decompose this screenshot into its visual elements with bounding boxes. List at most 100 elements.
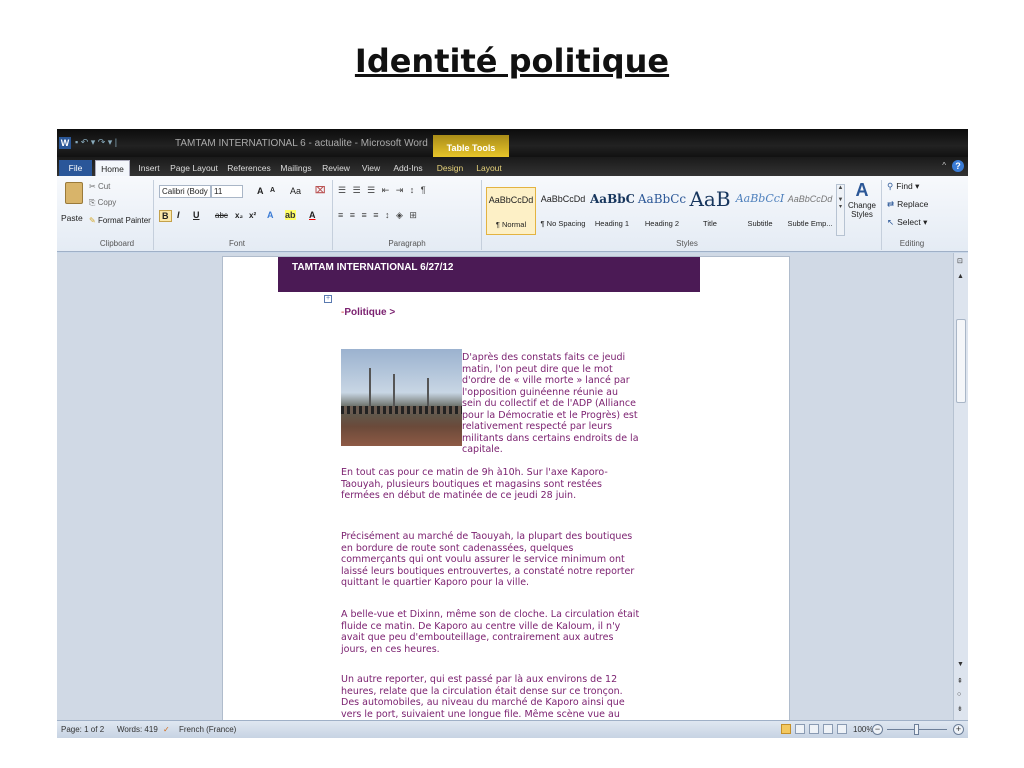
tab-view[interactable]: View bbox=[360, 160, 382, 176]
style-heading-2[interactable]: AaBbCc Heading 2 bbox=[637, 187, 687, 235]
page-count[interactable]: Page: 1 of 2 bbox=[61, 725, 104, 734]
brush-icon: ✎ bbox=[89, 216, 98, 225]
text-effects-icon[interactable]: A bbox=[267, 210, 274, 220]
proofing-icon[interactable]: ✓ bbox=[163, 725, 170, 734]
styles-group-label: Styles bbox=[676, 239, 698, 248]
crowd bbox=[341, 406, 462, 414]
find-button[interactable]: ⚲ Find ▾ bbox=[887, 181, 919, 192]
minimize-ribbon-icon[interactable]: ^ bbox=[942, 161, 946, 170]
font-size-select[interactable]: 11 bbox=[211, 185, 243, 198]
select-button[interactable]: ↖ Select ▾ bbox=[887, 217, 927, 228]
paste-button[interactable]: Paste bbox=[61, 213, 83, 223]
section-heading-text: Politique > bbox=[344, 307, 396, 318]
document-page[interactable]: TAMTAM INTERNATIONAL 6/27/12 + -Politiqu… bbox=[222, 256, 790, 731]
style-sample: AaBbCcDd bbox=[787, 194, 833, 204]
ribbon-tabs: File Home Insert Page Layout References … bbox=[57, 157, 968, 176]
ruler-toggle-icon[interactable]: ⊡ bbox=[957, 257, 963, 265]
ribbon-divider bbox=[153, 180, 154, 250]
language-indicator[interactable]: French (France) bbox=[179, 725, 236, 734]
title-bar: W ▪ ↶ ▾ ↷ ▾ | TAMTAM INTERNATIONAL 6 - a… bbox=[57, 129, 968, 157]
format-painter-button[interactable]: ✎ Format Painter bbox=[89, 216, 151, 225]
paste-icon[interactable] bbox=[65, 182, 83, 204]
tab-layout[interactable]: Layout bbox=[473, 160, 505, 176]
italic-button[interactable]: I bbox=[177, 210, 180, 220]
full-screen-view-icon[interactable] bbox=[795, 724, 805, 734]
clear-formatting-icon[interactable]: ⌧ bbox=[315, 185, 325, 196]
font-color-icon[interactable]: A bbox=[309, 210, 316, 220]
article-paragraph[interactable]: Précisément au marché de Taouyah, la plu… bbox=[341, 531, 641, 589]
word-app-icon[interactable]: W bbox=[59, 137, 71, 149]
slide-title: Identité politique bbox=[354, 42, 670, 80]
style-normal[interactable]: AaBbCcDd ¶ Normal bbox=[486, 187, 536, 235]
article-photo[interactable] bbox=[341, 349, 462, 446]
section-heading[interactable]: -Politique > bbox=[341, 307, 395, 318]
print-layout-view-icon[interactable] bbox=[781, 724, 791, 734]
copy-button[interactable]: ⎘ Copy bbox=[89, 198, 116, 208]
draft-view-icon[interactable] bbox=[837, 724, 847, 734]
change-case-button[interactable]: Aa bbox=[290, 186, 301, 196]
cut-button[interactable]: ✂ Cut bbox=[89, 182, 110, 191]
tab-home[interactable]: Home bbox=[95, 160, 130, 176]
underline-button[interactable]: U bbox=[193, 210, 200, 220]
copy-label: Copy bbox=[97, 198, 117, 207]
strikethrough-button[interactable]: abc bbox=[215, 211, 228, 220]
styles-gallery-scroll[interactable]: ▲ ▼ ▾ bbox=[836, 184, 845, 236]
style-name: Title bbox=[703, 219, 717, 228]
highlight-color-icon[interactable]: ab bbox=[285, 210, 296, 220]
next-page-icon[interactable]: ⇟ bbox=[957, 705, 963, 713]
tab-file[interactable]: File bbox=[59, 160, 92, 176]
paragraph-align-buttons[interactable]: ≡ ≡ ≡ ≡ ↕ ◈ ⊞ bbox=[338, 210, 419, 221]
grow-font-button[interactable]: A bbox=[257, 186, 264, 196]
style-heading-1[interactable]: AaBbCc Heading 1 bbox=[590, 187, 634, 235]
tab-page-layout[interactable]: Page Layout bbox=[169, 160, 219, 176]
change-styles-label: Change Styles bbox=[847, 201, 877, 219]
article-paragraph[interactable]: En tout cas pour ce matin de 9h à10h. Su… bbox=[341, 467, 641, 502]
style-subtle-emphasis[interactable]: AaBbCcDd Subtle Emp... bbox=[786, 187, 834, 235]
lamp-post bbox=[427, 378, 429, 408]
article-paragraph[interactable]: D'après des constats faits ce jeudi mati… bbox=[462, 352, 640, 456]
shrink-font-button[interactable]: A bbox=[270, 187, 275, 194]
document-workspace: TAMTAM INTERNATIONAL 6/27/12 + -Politiqu… bbox=[57, 253, 953, 731]
previous-page-icon[interactable]: ⇞ bbox=[957, 677, 963, 685]
tab-mailings[interactable]: Mailings bbox=[279, 160, 313, 176]
tab-references[interactable]: References bbox=[225, 160, 273, 176]
style-sample: AaBbCc bbox=[590, 192, 634, 206]
zoom-out-icon[interactable]: − bbox=[872, 724, 883, 735]
scissors-icon: ✂ bbox=[89, 182, 98, 191]
vertical-scrollbar[interactable]: ⊡ ▲ ▼ ⇞ ○ ⇟ bbox=[953, 253, 968, 720]
superscript-button[interactable]: x² bbox=[249, 211, 256, 220]
subscript-button[interactable]: x₂ bbox=[235, 211, 243, 220]
lamp-post bbox=[393, 374, 395, 408]
browse-object-icon[interactable]: ○ bbox=[957, 691, 961, 698]
help-icon[interactable]: ? bbox=[952, 160, 964, 172]
replace-button[interactable]: ⇄ Replace bbox=[887, 199, 928, 210]
style-no-spacing[interactable]: AaBbCcDd ¶ No Spacing bbox=[537, 187, 589, 235]
tab-insert[interactable]: Insert bbox=[135, 160, 163, 176]
zoom-level[interactable]: 100% bbox=[853, 725, 873, 734]
web-layout-view-icon[interactable] bbox=[809, 724, 819, 734]
tab-review[interactable]: Review bbox=[320, 160, 352, 176]
article-paragraph[interactable]: A belle-vue et Dixinn, même son de cloch… bbox=[341, 609, 641, 655]
font-group-label: Font bbox=[228, 239, 245, 248]
outline-view-icon[interactable] bbox=[823, 724, 833, 734]
tab-add-ins[interactable]: Add-Ins bbox=[390, 160, 426, 176]
font-name-select[interactable]: Calibri (Body bbox=[159, 185, 211, 198]
paragraph-list-buttons[interactable]: ☰ ☰ ☰ ⇤ ⇥ ↕ ¶ bbox=[338, 185, 428, 196]
style-subtitle[interactable]: AaBbCcI Subtitle bbox=[735, 187, 785, 235]
quick-access-toolbar[interactable]: ▪ ↶ ▾ ↷ ▾ | bbox=[75, 137, 117, 148]
status-bar: Page: 1 of 2 Words: 419 ✓ French (France… bbox=[57, 720, 968, 738]
scroll-thumb[interactable] bbox=[956, 319, 966, 403]
word-count[interactable]: Words: 419 bbox=[117, 725, 158, 734]
format-painter-label: Format Painter bbox=[97, 216, 151, 225]
zoom-slider-thumb[interactable] bbox=[914, 724, 919, 735]
scroll-down-icon[interactable]: ▼ bbox=[957, 661, 964, 668]
style-title[interactable]: AaB Title bbox=[689, 187, 731, 235]
bold-button[interactable]: B bbox=[159, 210, 172, 222]
tab-design[interactable]: Design bbox=[434, 160, 466, 176]
change-styles-button[interactable]: A Change Styles bbox=[847, 180, 877, 219]
ribbon-divider bbox=[881, 180, 882, 250]
zoom-in-icon[interactable]: + bbox=[953, 724, 964, 735]
replace-icon: ⇄ bbox=[887, 199, 895, 209]
scroll-up-icon[interactable]: ▲ bbox=[957, 273, 964, 280]
table-move-handle-icon[interactable]: + bbox=[324, 295, 332, 303]
